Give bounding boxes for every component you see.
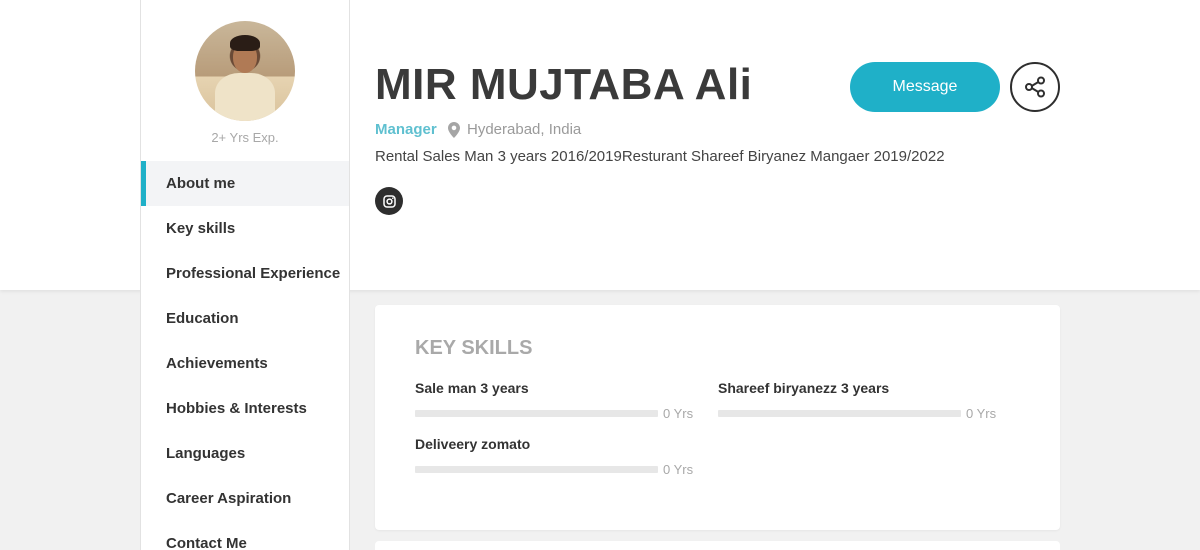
sidebar-item-key-skills[interactable]: Key skills: [141, 206, 349, 251]
skill-item: Shareef biryanezz 3 years 0 Yrs: [718, 380, 998, 421]
next-section-card: [375, 541, 1060, 550]
skill-years: 0 Yrs: [663, 462, 694, 477]
share-icon: [1025, 76, 1045, 98]
profile-name: MIR MUJTABA Ali: [375, 60, 753, 109]
key-skills-card: KEY SKILLS Sale man 3 years 0 Yrs Sharee…: [375, 305, 1060, 530]
experience-label: 2+ Yrs Exp.: [211, 130, 279, 145]
profile-role: Manager: [375, 121, 437, 138]
sidebar-item-professional-experience[interactable]: Professional Experience: [141, 251, 349, 296]
skill-item: Sale man 3 years 0 Yrs: [415, 380, 695, 421]
sidebar-nav: About me Key skills Professional Experie…: [141, 161, 349, 550]
skill-name: Deliveery zomato: [415, 436, 531, 452]
sidebar-item-hobbies-interests[interactable]: Hobbies & Interests: [141, 386, 349, 431]
sidebar: 2+ Yrs Exp. About me Key skills Professi…: [140, 0, 350, 550]
key-skills-title: KEY SKILLS: [415, 337, 533, 359]
map-pin-icon: [448, 121, 460, 138]
skill-name: Sale man 3 years: [415, 380, 529, 396]
skill-progress-bar: [415, 466, 658, 473]
skill-name: Shareef biryanezz 3 years: [718, 380, 890, 396]
skill-progress-bar: [718, 410, 961, 417]
skill-years: 0 Yrs: [966, 406, 997, 421]
profile-bio: Rental Sales Man 3 years 2016/2019Restur…: [375, 148, 945, 165]
instagram-icon: [382, 194, 396, 208]
skill-progress-bar: [415, 410, 658, 417]
sidebar-item-education[interactable]: Education: [141, 296, 349, 341]
avatar: [195, 21, 295, 121]
profile-location-text: Hyderabad, India: [467, 121, 582, 138]
sidebar-item-career-aspiration[interactable]: Career Aspiration: [141, 476, 349, 521]
sidebar-item-contact-me[interactable]: Contact Me: [141, 521, 349, 550]
skill-years: 0 Yrs: [663, 406, 694, 421]
sidebar-item-languages[interactable]: Languages: [141, 431, 349, 476]
instagram-link[interactable]: [375, 187, 403, 215]
sidebar-item-about-me[interactable]: About me: [141, 161, 349, 206]
profile-location: Hyderabad, India: [448, 121, 581, 138]
message-button[interactable]: Message: [850, 62, 1000, 112]
share-button[interactable]: [1010, 62, 1060, 112]
skill-item: Deliveery zomato 0 Yrs: [415, 436, 695, 477]
sidebar-item-achievements[interactable]: Achievements: [141, 341, 349, 386]
